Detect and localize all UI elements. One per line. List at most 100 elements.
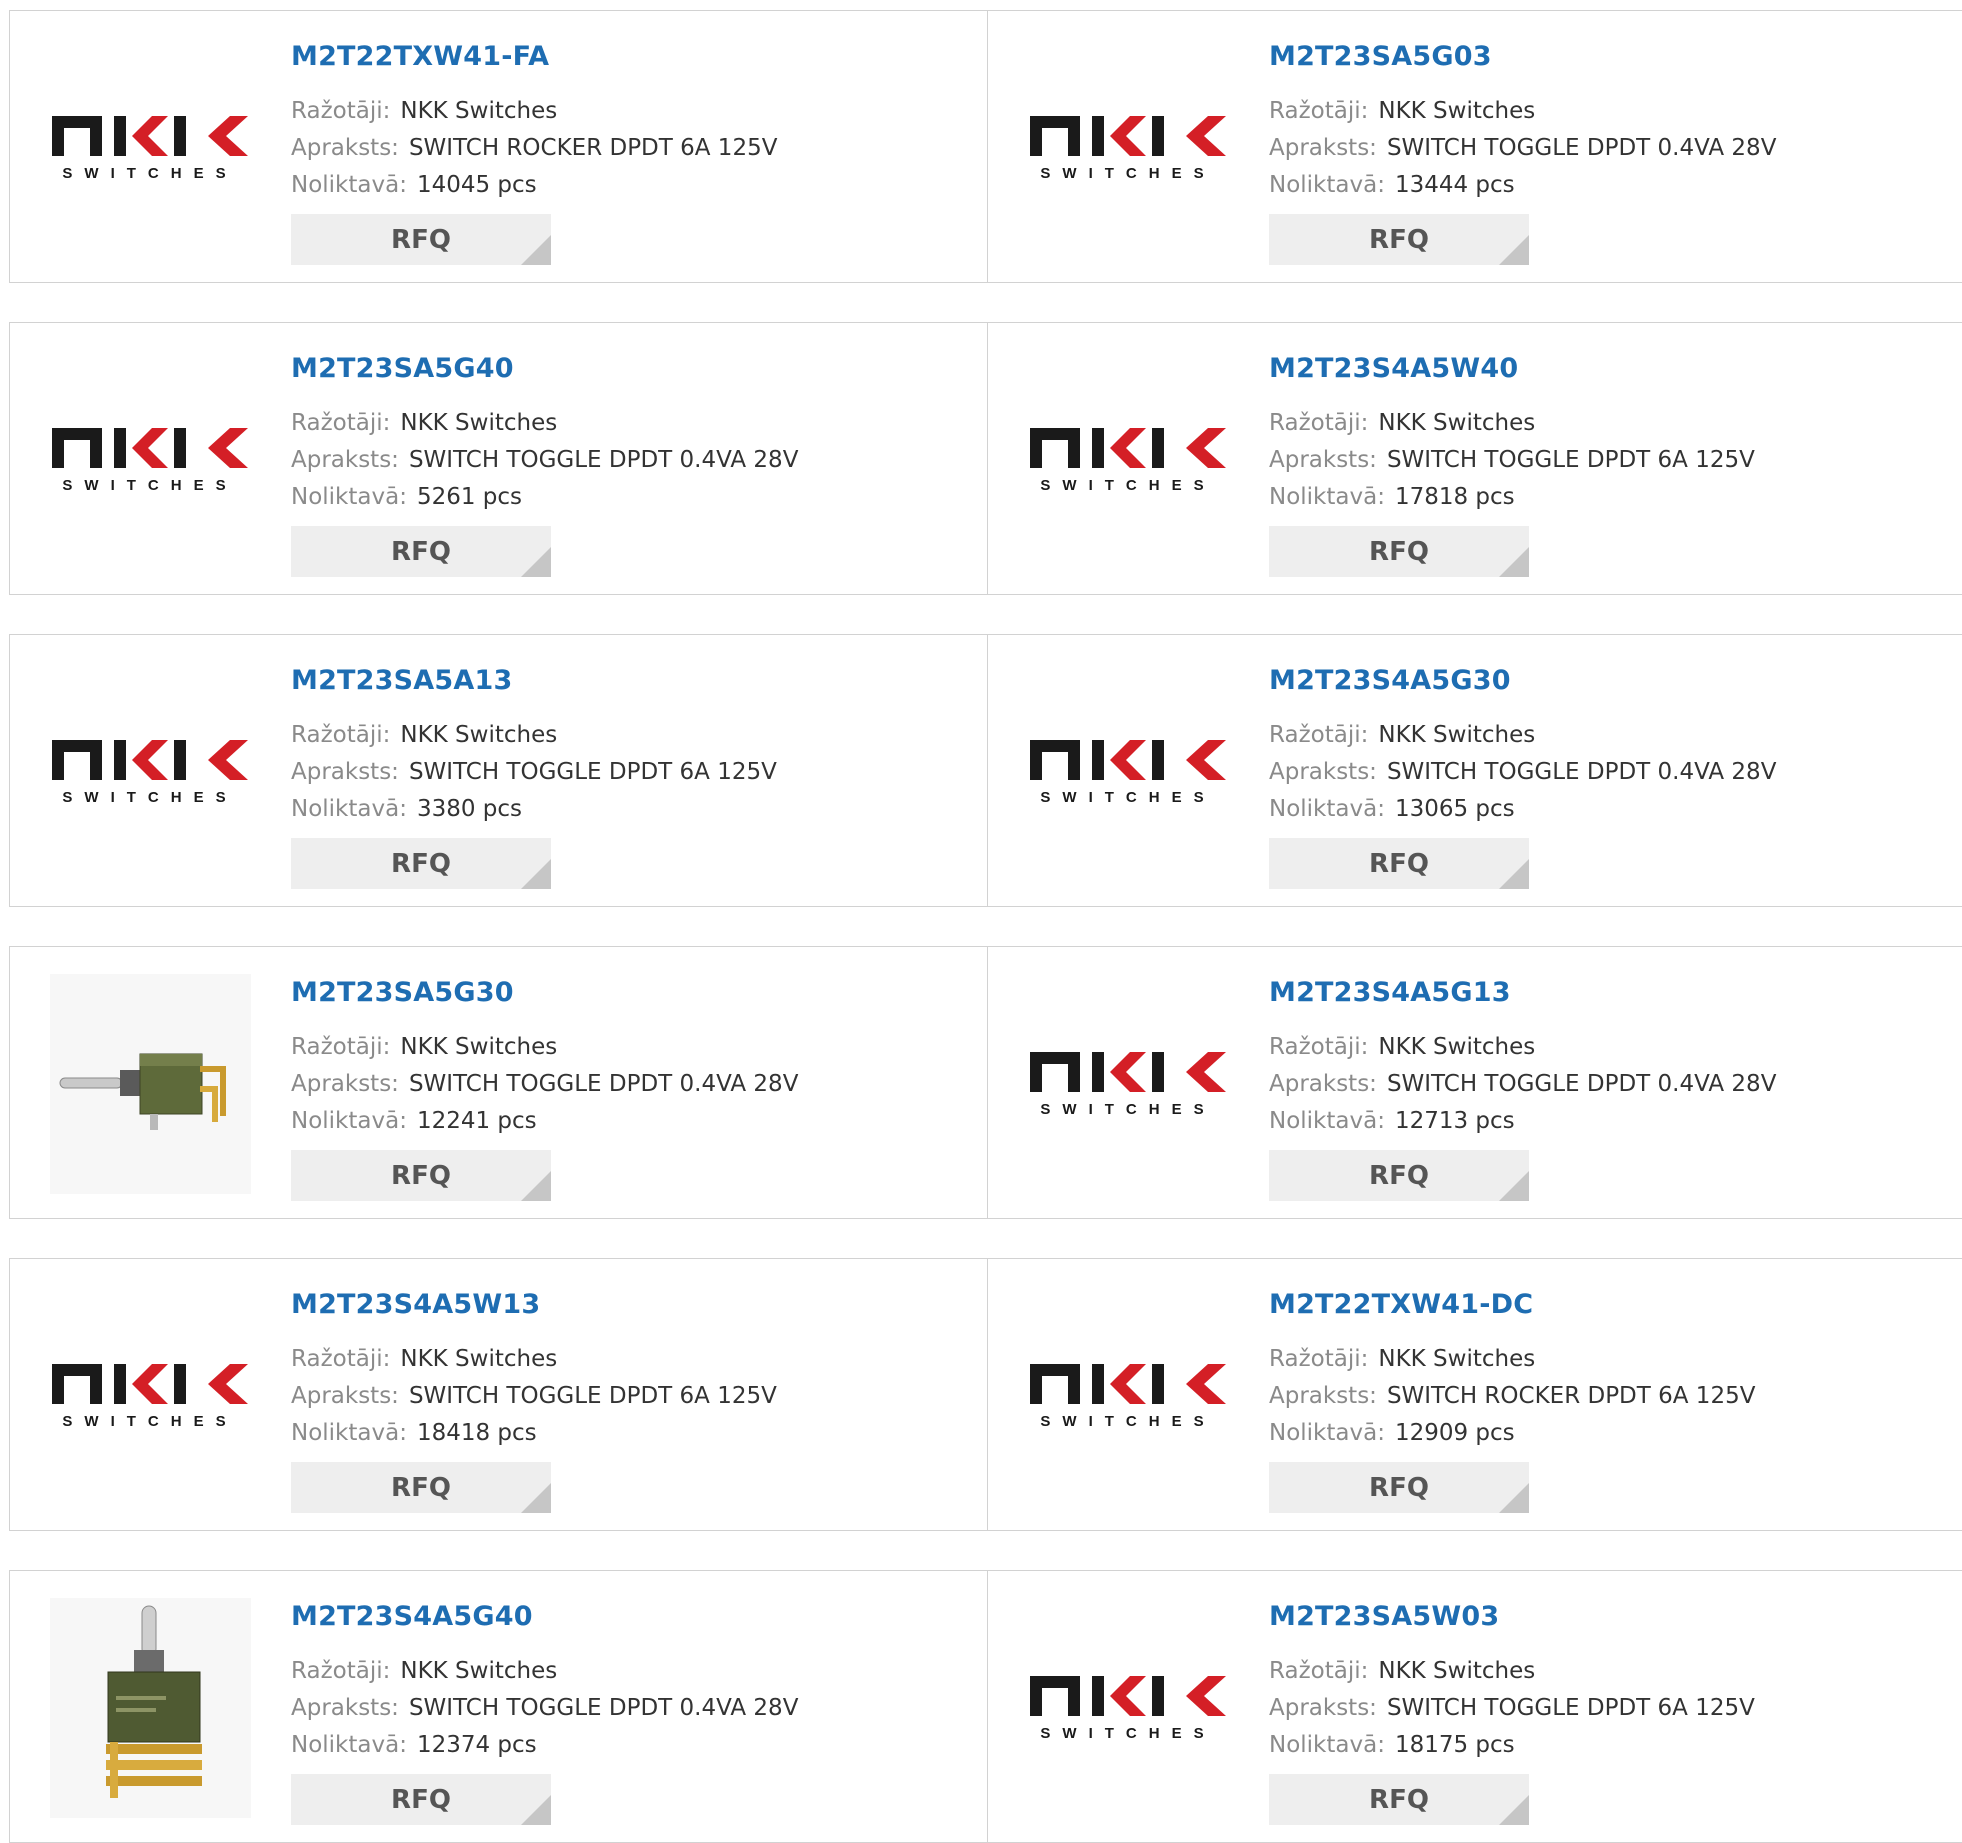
part-number-link[interactable]: M2T23S4A5G13 <box>1269 977 1511 1008</box>
part-number-link[interactable]: M2T23SA5G40 <box>291 353 514 384</box>
stock-label: Noliktavā: <box>1269 484 1385 510</box>
product-image[interactable]: SWITCHES <box>1028 350 1229 570</box>
manufacturer-value[interactable]: NKK Switches <box>400 1034 557 1060</box>
description-value: SWITCH TOGGLE DPDT 0.4VA 28V <box>1386 759 1777 785</box>
nkk-switches-logo: SWITCHES <box>50 736 251 808</box>
rfq-label: RFQ <box>391 1472 451 1503</box>
product-card: SWITCHES M2T23S4A5W13 Ražotāji: NKK Switch… <box>9 1258 988 1531</box>
description-label: Apraksts: <box>291 1071 399 1097</box>
description-value: SWITCH TOGGLE DPDT 6A 125V <box>408 1383 777 1409</box>
product-image[interactable]: SWITCHES <box>1028 662 1229 882</box>
nkk-switches-logo: SWITCHES <box>1028 424 1229 496</box>
stock-value: 12374 pcs <box>416 1732 537 1758</box>
part-number-link[interactable]: M2T22TXW41-FA <box>291 41 549 72</box>
product-image[interactable]: SWITCHES <box>1028 1598 1229 1818</box>
manufacturer-line: Ražotāji: NKK Switches <box>291 1653 798 1690</box>
description-label: Apraksts: <box>291 759 399 785</box>
rfq-button[interactable]: RFQ <box>1269 1462 1529 1513</box>
stock-label: Noliktavā: <box>1269 1732 1385 1758</box>
rfq-button[interactable]: RFQ <box>291 838 551 889</box>
stock-value: 12241 pcs <box>416 1108 537 1134</box>
corner-triangle-icon <box>1499 547 1529 577</box>
part-number-link[interactable]: M2T23SA5G30 <box>291 977 514 1008</box>
part-number-link[interactable]: M2T23S4A5G30 <box>1269 665 1511 696</box>
rfq-button[interactable]: RFQ <box>1269 838 1529 889</box>
stock-value: 18418 pcs <box>416 1420 537 1446</box>
rfq-button[interactable]: RFQ <box>291 526 551 577</box>
manufacturer-value[interactable]: NKK Switches <box>400 410 557 436</box>
product-info: Ražotāji: NKK Switches Apraksts: SWITCH TOG… <box>1269 1653 1755 1764</box>
manufacturer-value[interactable]: NKK Switches <box>1378 1346 1535 1372</box>
rfq-button[interactable]: RFQ <box>1269 526 1529 577</box>
rfq-label: RFQ <box>391 536 451 567</box>
manufacturer-value[interactable]: NKK Switches <box>1378 410 1535 436</box>
part-number-link[interactable]: M2T23S4A5G40 <box>291 1601 533 1632</box>
product-image[interactable] <box>50 974 251 1194</box>
manufacturer-value[interactable]: NKK Switches <box>400 1346 557 1372</box>
manufacturer-value[interactable]: NKK Switches <box>1378 1034 1535 1060</box>
product-row: M2T23S4A5G40 Ražotāji: NKK Switches Aprakst… <box>9 1570 1962 1843</box>
svg-text:SWITCHES: SWITCHES <box>1040 165 1215 182</box>
nkk-switches-logo: SWITCHES <box>1028 1048 1229 1120</box>
rfq-button[interactable]: RFQ <box>1269 1150 1529 1201</box>
product-image[interactable]: SWITCHES <box>1028 1286 1229 1506</box>
description-value: SWITCH TOGGLE DPDT 0.4VA 28V <box>408 447 799 473</box>
product-info: Ražotāji: NKK Switches Apraksts: SWITCH TOG… <box>1269 405 1755 516</box>
manufacturer-value[interactable]: NKK Switches <box>1378 98 1535 124</box>
product-image[interactable]: SWITCHES <box>1028 38 1229 258</box>
product-info: Ražotāji: NKK Switches Apraksts: SWITCH TOG… <box>291 1653 798 1764</box>
rfq-button[interactable]: RFQ <box>291 1150 551 1201</box>
product-row: SWITCHES M2T22TXW41-FA Ražotāji: NKK Switc… <box>9 10 1962 283</box>
rfq-button[interactable]: RFQ <box>1269 214 1529 265</box>
part-number-link[interactable]: M2T23SA5A13 <box>291 665 512 696</box>
manufacturer-line: Ražotāji: NKK Switches <box>291 93 777 130</box>
part-number-link[interactable]: M2T23S4A5W13 <box>291 1289 540 1320</box>
description-value: SWITCH TOGGLE DPDT 0.4VA 28V <box>408 1695 799 1721</box>
rfq-button[interactable]: RFQ <box>291 214 551 265</box>
product-image[interactable]: SWITCHES <box>1028 974 1229 1194</box>
product-row: SWITCHES M2T23S4A5W13 Ražotāji: NKK Switch… <box>9 1258 1962 1531</box>
rfq-button[interactable]: RFQ <box>291 1462 551 1513</box>
description-label: Apraksts: <box>1269 447 1377 473</box>
product-info: Ražotāji: NKK Switches Apraksts: SWITCH TOG… <box>291 405 798 516</box>
part-number-link[interactable]: M2T23SA5W03 <box>1269 1601 1499 1632</box>
product-row: SWITCHES M2T23SA5G40 Ražotāji: NKK Switche… <box>9 322 1962 595</box>
product-image[interactable]: SWITCHES <box>50 38 251 258</box>
description-value: SWITCH TOGGLE DPDT 0.4VA 28V <box>1386 1071 1777 1097</box>
description-line: Apraksts: SWITCH TOGGLE DPDT 6A 125V <box>291 754 777 791</box>
nkk-switches-logo: SWITCHES <box>1028 1360 1229 1432</box>
product-image[interactable]: SWITCHES <box>50 1286 251 1506</box>
stock-line: Noliktavā: 18418 pcs <box>291 1415 777 1452</box>
stock-line: Noliktavā: 14045 pcs <box>291 167 777 204</box>
product-card: SWITCHES M2T23SA5W03 Ražotāji: NKK Switche… <box>987 1570 1962 1843</box>
product-row: M2T23SA5G30 Ražotāji: NKK Switches Apraksts… <box>9 946 1962 1219</box>
manufacturer-value[interactable]: NKK Switches <box>400 722 557 748</box>
part-number-link[interactable]: M2T23SA5G03 <box>1269 41 1492 72</box>
part-number-link[interactable]: M2T22TXW41-DC <box>1269 1289 1533 1320</box>
rfq-button[interactable]: RFQ <box>291 1774 551 1825</box>
product-image[interactable]: SWITCHES <box>50 662 251 882</box>
manufacturer-value[interactable]: NKK Switches <box>400 1658 557 1684</box>
product-image[interactable] <box>50 1598 251 1818</box>
manufacturer-line: Ražotāji: NKK Switches <box>1269 93 1776 130</box>
product-card: SWITCHES M2T22TXW41-DC Ražotāji: NKK Switc… <box>987 1258 1962 1531</box>
stock-line: Noliktavā: 13065 pcs <box>1269 791 1776 828</box>
stock-line: Noliktavā: 13444 pcs <box>1269 167 1776 204</box>
description-line: Apraksts: SWITCH TOGGLE DPDT 6A 125V <box>1269 442 1755 479</box>
svg-text:SWITCHES: SWITCHES <box>1040 1725 1215 1742</box>
stock-label: Noliktavā: <box>1269 172 1385 198</box>
product-info: Ražotāji: NKK Switches Apraksts: SWITCH ROC… <box>291 93 777 204</box>
stock-line: Noliktavā: 3380 pcs <box>291 791 777 828</box>
rfq-button[interactable]: RFQ <box>1269 1774 1529 1825</box>
manufacturer-value[interactable]: NKK Switches <box>1378 722 1535 748</box>
manufacturer-line: Ražotāji: NKK Switches <box>1269 1653 1755 1690</box>
product-image[interactable]: SWITCHES <box>50 350 251 570</box>
part-number-link[interactable]: M2T23S4A5W40 <box>1269 353 1518 384</box>
nkk-switches-logo: SWITCHES <box>1028 736 1229 808</box>
manufacturer-value[interactable]: NKK Switches <box>400 98 557 124</box>
stock-value: 13065 pcs <box>1394 796 1515 822</box>
manufacturer-value[interactable]: NKK Switches <box>1378 1658 1535 1684</box>
description-value: SWITCH ROCKER DPDT 6A 125V <box>1386 1383 1756 1409</box>
nkk-switches-logo: SWITCHES <box>1028 112 1229 184</box>
stock-line: Noliktavā: 18175 pcs <box>1269 1727 1755 1764</box>
